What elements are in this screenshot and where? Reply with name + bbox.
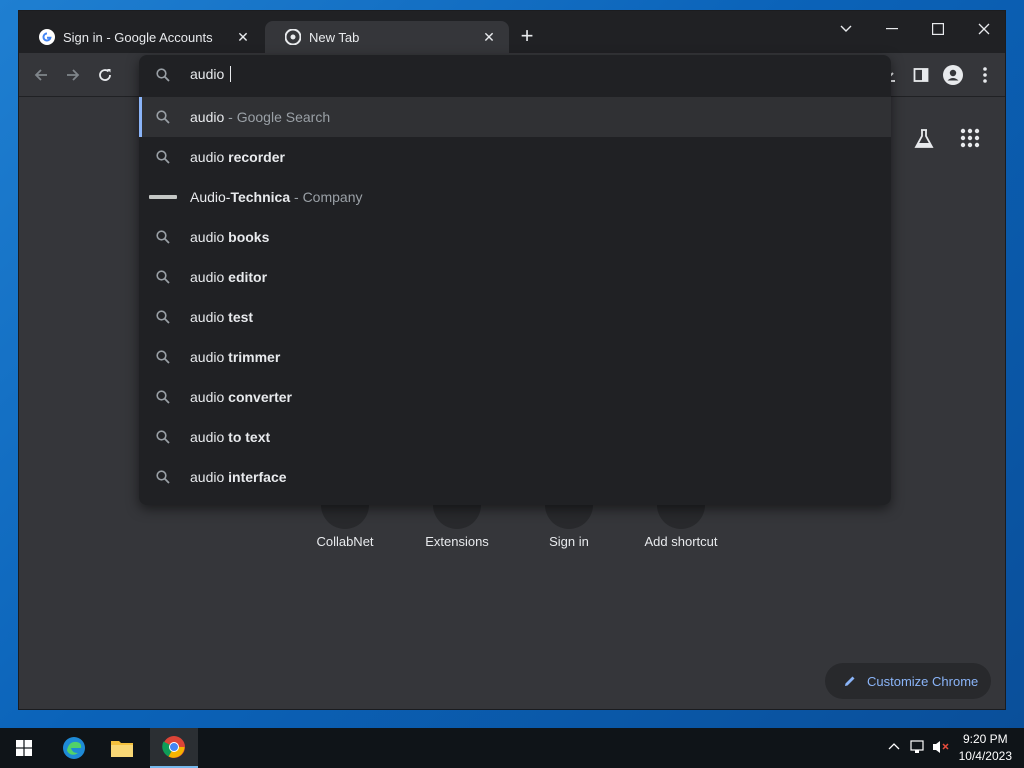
- suggestion-completion: recorder: [228, 149, 285, 165]
- back-button[interactable]: [29, 63, 53, 87]
- suggestion-completion: test: [228, 309, 254, 325]
- suggestion-prefix: audio: [190, 229, 229, 245]
- search-icon: [155, 309, 171, 325]
- suggestion-text: audio converter: [190, 389, 292, 405]
- pencil-icon: [843, 674, 857, 688]
- search-icon: [155, 149, 171, 165]
- suggestion-completion: Technica: [230, 189, 291, 205]
- file-explorer-icon[interactable]: [98, 728, 146, 768]
- omnibox-suggestion[interactable]: audio - Google Search: [139, 97, 891, 137]
- suggestion-description: - Company: [290, 189, 363, 205]
- suggestion-prefix: audio: [190, 309, 229, 325]
- shortcut-label[interactable]: Sign in: [513, 534, 625, 549]
- windows-start-button[interactable]: [0, 728, 48, 768]
- suggestion-text: audio books: [190, 229, 269, 245]
- brand-logo-icon: [149, 195, 177, 199]
- suggestion-completion: interface: [228, 469, 287, 485]
- apps-grid-icon[interactable]: [960, 128, 980, 153]
- omnibox-text: audio: [190, 66, 229, 82]
- text-caret: [230, 66, 232, 82]
- suggestion-text: audio test: [190, 309, 253, 325]
- search-icon: [155, 269, 171, 285]
- kebab-menu-icon[interactable]: [973, 63, 997, 87]
- search-icon: [155, 469, 171, 485]
- tab-title: Sign in - Google Accounts: [63, 29, 213, 45]
- suggestion-description: - Google Search: [224, 109, 331, 125]
- volume-muted-icon[interactable]: [932, 739, 950, 760]
- edge-icon[interactable]: [50, 728, 98, 768]
- tab-strip: Sign in - Google Accounts ✕ New Tab ✕ +: [19, 11, 1005, 53]
- profile-avatar-icon[interactable]: [941, 63, 965, 87]
- suggestion-prefix: audio: [190, 269, 229, 285]
- search-icon: [155, 389, 171, 405]
- tab-close-icon[interactable]: ✕: [479, 27, 499, 47]
- tab-new-tab[interactable]: New Tab ✕: [265, 21, 509, 53]
- tab-title: New Tab: [309, 29, 360, 45]
- tab-search-icon[interactable]: [823, 15, 869, 43]
- tab-sign-in[interactable]: Sign in - Google Accounts ✕: [19, 21, 263, 53]
- omnibox-suggestion[interactable]: audio converter: [139, 377, 891, 417]
- suggestion-prefix: audio: [190, 429, 229, 445]
- omnibox-suggestion[interactable]: audio editor: [139, 257, 891, 297]
- suggestion-prefix: audio: [190, 149, 229, 165]
- suggestion-list: audio - Google Search audio recorder Audio…: [139, 97, 891, 497]
- omnibox-suggestion[interactable]: audio interface: [139, 457, 891, 497]
- omnibox-suggestion[interactable]: audio recorder: [139, 137, 891, 177]
- suggestion-text: audio to text: [190, 429, 270, 445]
- suggestion-prefix: audio: [190, 389, 229, 405]
- shortcut-label[interactable]: CollabNet: [289, 534, 401, 549]
- clock-time: 9:20 PM: [962, 732, 1008, 746]
- tab-close-icon[interactable]: ✕: [233, 27, 253, 47]
- search-icon: [155, 349, 171, 365]
- suggestion-completion: trimmer: [228, 349, 281, 365]
- suggestion-text: audio interface: [190, 469, 287, 485]
- suggestion-text: audio editor: [190, 269, 267, 285]
- network-icon[interactable]: [910, 739, 928, 760]
- chrome-window: Sign in - Google Accounts ✕ New Tab ✕ +: [18, 10, 1006, 710]
- shortcut-label[interactable]: Add shortcut: [625, 534, 737, 549]
- close-window-button[interactable]: [961, 15, 1005, 43]
- search-icon: [155, 429, 171, 445]
- search-icon: [155, 229, 171, 245]
- suggestion-prefix: audio: [190, 109, 225, 125]
- minimize-button[interactable]: [869, 15, 915, 43]
- customize-chrome-button[interactable]: Customize Chrome: [825, 663, 991, 699]
- omnibox-suggestion[interactable]: audio to text: [139, 417, 891, 457]
- chrome-icon: [285, 29, 301, 45]
- suggestion-text: audio trimmer: [190, 349, 280, 365]
- shortcut-label[interactable]: Extensions: [401, 534, 513, 549]
- reload-button[interactable]: [93, 63, 117, 87]
- omnibox-suggestion[interactable]: audio books: [139, 217, 891, 257]
- suggestion-completion: books: [228, 229, 270, 245]
- suggestion-prefix: audio: [190, 349, 229, 365]
- taskbar: 9:20 PM 10/4/2023: [0, 728, 1024, 768]
- search-icon: [155, 109, 171, 125]
- chrome-taskbar-icon[interactable]: [150, 728, 198, 768]
- tray-chevron-up-icon[interactable]: [888, 740, 900, 758]
- omnibox-popup: audio audio - Google Search audio recorde…: [139, 55, 891, 505]
- clock-date: 10/4/2023: [958, 749, 1012, 763]
- maximize-button[interactable]: [915, 15, 961, 43]
- clock[interactable]: 9:20 PM 10/4/2023: [959, 731, 1012, 765]
- labs-flask-icon[interactable]: [912, 127, 936, 156]
- omnibox-suggestion[interactable]: Audio-Technica - Company: [139, 177, 891, 217]
- omnibox-input[interactable]: audio: [139, 55, 891, 95]
- customize-label: Customize Chrome: [867, 673, 979, 689]
- new-tab-button[interactable]: +: [515, 25, 539, 49]
- forward-button[interactable]: [61, 63, 85, 87]
- suggestion-completion: to text: [228, 429, 271, 445]
- suggestion-text: audio recorder: [190, 149, 285, 165]
- suggestion-text: Audio-Technica - Company: [190, 189, 362, 205]
- omnibox-suggestion[interactable]: audio trimmer: [139, 337, 891, 377]
- google-g-icon: [39, 29, 55, 45]
- suggestion-completion: converter: [228, 389, 292, 405]
- search-icon: [155, 67, 171, 83]
- omnibox-suggestion[interactable]: audio test: [139, 297, 891, 337]
- side-panel-icon[interactable]: [909, 63, 933, 87]
- suggestion-completion: editor: [228, 269, 268, 285]
- suggestion-prefix: audio: [190, 469, 229, 485]
- suggestion-prefix: Audio-: [190, 189, 231, 205]
- suggestion-text: audio - Google Search: [190, 109, 330, 125]
